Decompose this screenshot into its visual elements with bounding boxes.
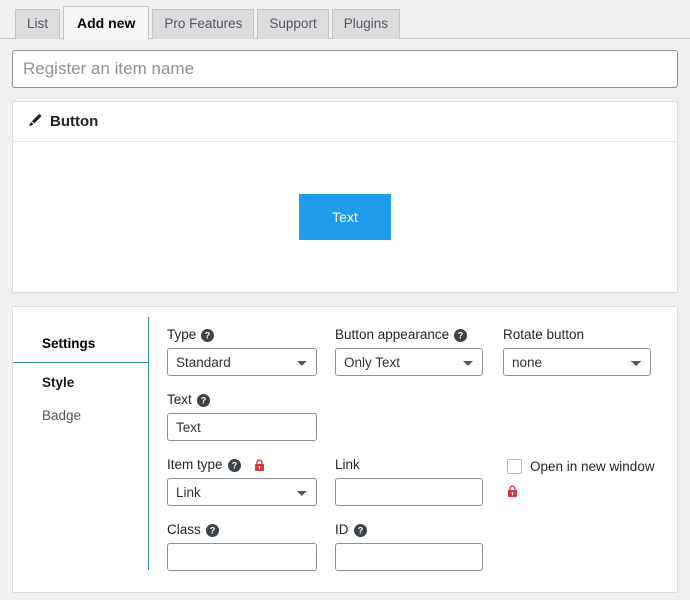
button-appearance-label: Button appearance [335,327,450,342]
rotate-button-select[interactable]: none [503,348,651,376]
id-label: ID [335,522,349,537]
item-type-label: Item type [167,457,223,472]
tab-label: List [27,16,49,31]
side-tab-label: Badge [42,408,82,423]
field-open-new-window: Open in new window [507,457,655,506]
open-new-window-checkbox[interactable] [507,459,522,474]
settings-form: Type ? Standard Button appearance ? Only… [149,307,677,592]
settings-side-tabs: Settings Style Badge [13,307,148,592]
preview-panel: Button Text [12,101,678,293]
id-input[interactable] [335,543,483,571]
button-appearance-select[interactable]: Only Text [335,348,483,376]
tab-label: Pro Features [164,16,243,31]
settings-panel: Settings Style Badge Type ? Standard But… [12,306,678,593]
text-label: Text [167,392,192,407]
field-button-appearance: Button appearance ? Only Text [335,327,483,376]
lock-icon [507,485,518,498]
preview-title: Button [50,113,99,130]
open-new-window-label: Open in new window [530,459,655,474]
link-input[interactable] [335,478,483,506]
side-tab-label: Settings [42,336,96,351]
tab-label: Plugins [343,16,388,31]
svg-text:?: ? [357,525,363,535]
field-label-row: Link [335,457,483,473]
field-label-row: Type ? [167,327,317,343]
field-label-row: Button appearance ? [335,327,483,343]
help-icon[interactable]: ? [205,523,219,537]
form-row-item-type: Item type ? Link Link Open in new window [167,457,677,506]
field-rotate-button: Rotate button none [503,327,651,376]
class-label: Class [167,522,201,537]
form-row-class-id: Class ? ID ? [167,522,677,571]
tab-label: Add new [77,15,136,31]
item-name-row [0,39,690,88]
tab-pro-features[interactable]: Pro Features [152,9,255,39]
preview-button[interactable]: Text [299,194,391,240]
preview-header: Button [13,102,677,142]
item-type-select[interactable]: Link [167,478,317,506]
field-label-row: Rotate button [503,327,651,343]
field-label-row: Text ? [167,392,317,408]
form-row-text: Text ? [167,392,677,441]
field-type: Type ? Standard [167,327,317,376]
tab-label: Support [269,16,317,31]
svg-text:?: ? [458,330,464,340]
side-tab-settings[interactable]: Settings [13,327,148,363]
brush-icon [25,113,42,130]
field-label-row: Item type ? [167,457,317,473]
svg-text:?: ? [205,330,211,340]
type-label: Type [167,327,197,342]
side-tab-label: Style [42,375,75,390]
svg-text:?: ? [201,395,207,405]
class-input[interactable] [167,543,317,571]
field-item-type: Item type ? Link [167,457,317,506]
form-row-type: Type ? Standard Button appearance ? Only… [167,327,677,376]
text-input[interactable] [167,413,317,441]
help-icon[interactable]: ? [353,523,367,537]
field-label-row: ID ? [335,522,483,538]
tab-support[interactable]: Support [257,9,329,39]
help-icon[interactable]: ? [201,328,215,342]
rotate-button-label: Rotate button [503,327,585,342]
field-text: Text ? [167,392,317,441]
help-icon[interactable]: ? [227,458,241,472]
link-label: Link [335,457,360,472]
field-id: ID ? [335,522,483,571]
svg-text:?: ? [210,525,216,535]
help-icon[interactable]: ? [196,393,210,407]
tab-list[interactable]: List [15,9,61,39]
type-select[interactable]: Standard [167,348,317,376]
tab-add-new[interactable]: Add new [63,6,150,40]
side-tab-style[interactable]: Style [13,366,148,399]
item-name-input[interactable] [12,50,678,88]
field-link: Link [335,457,483,506]
side-tab-badge[interactable]: Badge [13,399,148,432]
tab-plugins[interactable]: Plugins [331,9,400,39]
preview-body: Text [13,142,677,292]
field-label-row: Class ? [167,522,317,538]
lock-icon [254,458,265,472]
tab-bar: List Add new Pro Features Support Plugin… [0,0,690,40]
svg-text:?: ? [231,460,237,470]
field-class: Class ? [167,522,317,571]
help-icon[interactable]: ? [454,328,468,342]
